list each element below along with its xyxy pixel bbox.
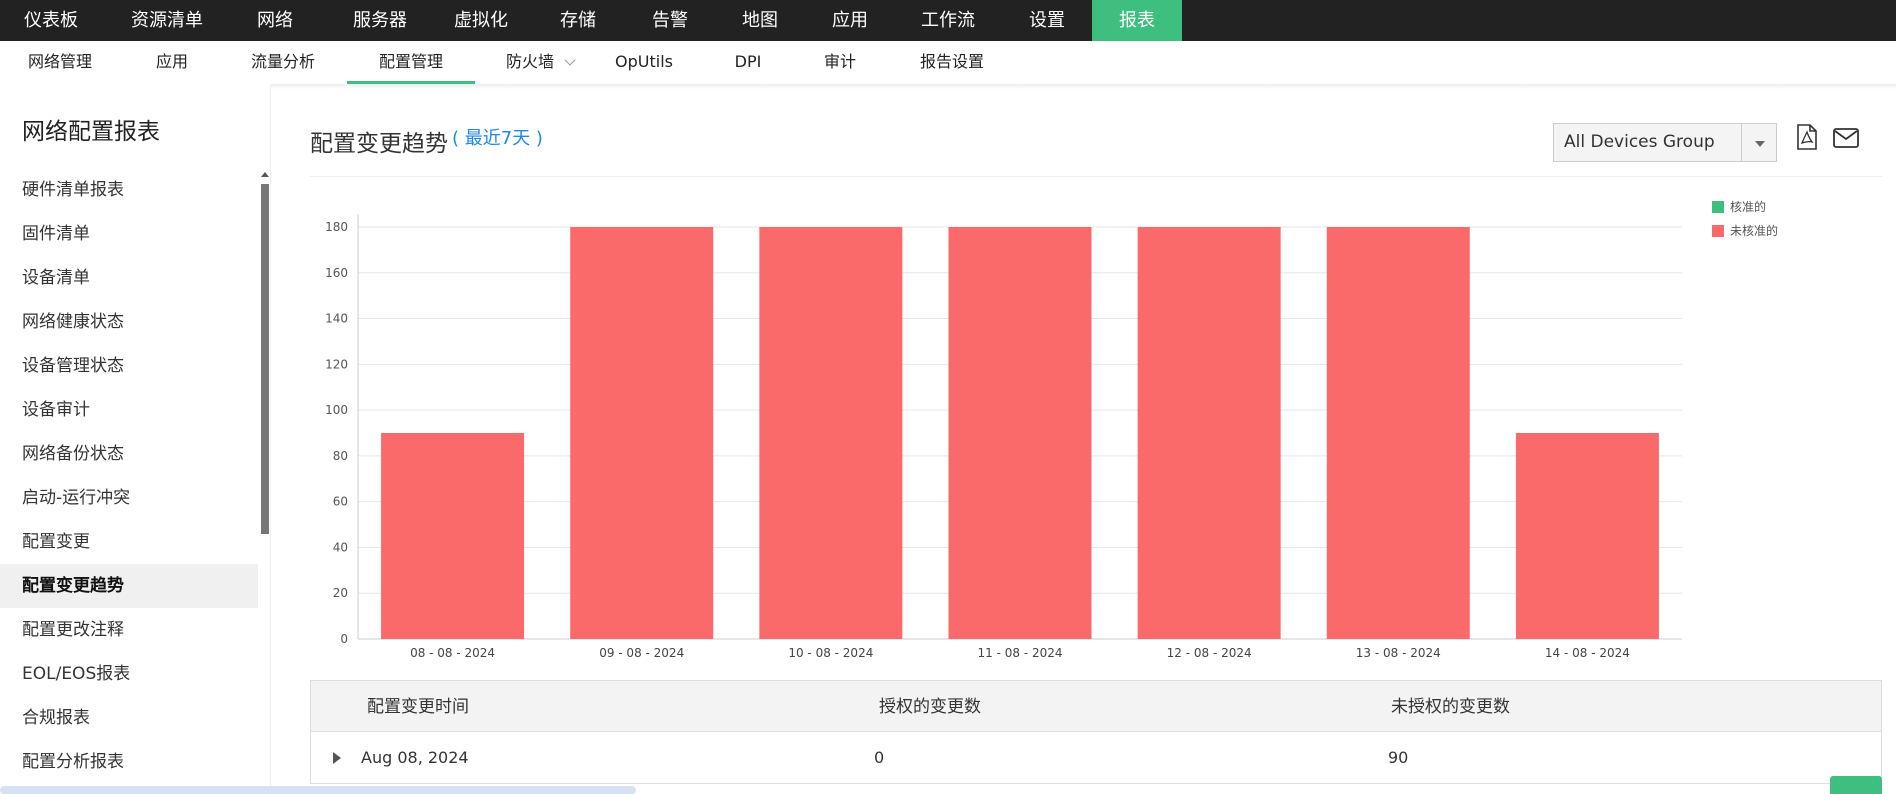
select-divider <box>1741 124 1742 161</box>
subnav-config-mgmt[interactable]: 配置管理 <box>347 41 475 84</box>
page-title: 配置变更趋势 <box>310 131 448 157</box>
sidebar-item-device-list[interactable]: 设备清单 <box>0 256 258 300</box>
mail-icon[interactable] <box>1833 128 1859 152</box>
bar-unauthorized <box>570 227 714 639</box>
pdf-icon[interactable] <box>1796 124 1818 154</box>
sidebar-scrollbar[interactable] <box>261 184 269 534</box>
chevron-down-icon <box>564 54 576 66</box>
legend-item-authorized[interactable]: 核准的 <box>1712 196 1766 215</box>
legend-label-authorized: 核准的 <box>1730 200 1767 214</box>
cell-time: Aug 08, 2024 <box>361 748 469 767</box>
column-header-unauthorized[interactable]: 未授权的变更数 <box>1391 681 1510 733</box>
y-tick-label: 120 <box>325 357 348 371</box>
sidebar-item-firmware[interactable]: 固件清单 <box>0 212 258 256</box>
topnav-maps[interactable]: 地图 <box>725 0 795 41</box>
x-tick-label: 12 - 08 - 2024 <box>1167 646 1252 660</box>
scroll-up-arrow[interactable] <box>261 172 269 177</box>
bar-unauthorized <box>948 227 1092 639</box>
device-group-value: All Devices Group <box>1564 132 1715 152</box>
cell-authorized: 0 <box>874 748 885 767</box>
y-tick-label: 20 <box>333 586 348 600</box>
topnav-reports[interactable]: 报表 <box>1092 0 1182 41</box>
topnav-workflow[interactable]: 工作流 <box>906 0 990 41</box>
sidebar-item-config-changes[interactable]: 配置变更 <box>0 520 258 564</box>
config-change-trend-chart: 0 20 40 60 80 100 120 140 160 180 08 - 08 - 2024 09… <box>310 190 1810 670</box>
sidebar-title: 网络配置报表 <box>22 119 160 145</box>
sidebar-item-device-audit[interactable]: 设备审计 <box>0 388 258 432</box>
x-tick-label: 14 - 08 - 2024 <box>1545 646 1630 660</box>
topnav-alarms[interactable]: 告警 <box>635 0 705 41</box>
sidebar-item-network-health[interactable]: 网络健康状态 <box>0 300 258 344</box>
column-header-authorized[interactable]: 授权的变更数 <box>879 681 981 733</box>
chart-svg: 0 20 40 60 80 100 120 140 160 180 08 - 08 - 2024 09… <box>325 214 1682 660</box>
subnav-firewall[interactable]: 防火墙 <box>494 41 566 84</box>
x-tick-label: 09 - 08 - 2024 <box>599 646 684 660</box>
topnav-inventory[interactable]: 资源清单 <box>116 0 218 41</box>
x-tick-label: 08 - 08 - 2024 <box>410 646 495 660</box>
bar-unauthorized <box>1137 227 1281 639</box>
topnav-storage[interactable]: 存储 <box>543 0 613 41</box>
legend-item-unauthorized[interactable]: 未核准的 <box>1712 220 1778 239</box>
legend-swatch-unauthorized <box>1712 224 1724 237</box>
sidebar-item-change-annotations[interactable]: 配置更改注释 <box>0 608 258 652</box>
y-tick-label: 40 <box>333 540 348 554</box>
y-tick-label: 60 <box>333 495 348 509</box>
subnav-network-mgmt[interactable]: 网络管理 <box>12 41 108 84</box>
sidebar: 网络配置报表 硬件清单报表 固件清单 设备清单 网络健康状态 设备管理状态 设备… <box>0 84 271 794</box>
subnav-traffic[interactable]: 流量分析 <box>240 41 326 84</box>
y-tick-label: 80 <box>333 449 348 463</box>
subnav-shadow <box>0 84 1896 89</box>
topnav-apps[interactable]: 应用 <box>815 0 885 41</box>
subnav-audit[interactable]: 审计 <box>810 41 870 84</box>
topnav-network[interactable]: 网络 <box>240 0 310 41</box>
x-tick-label: 11 - 08 - 2024 <box>978 646 1063 660</box>
bar-unauthorized <box>1326 227 1470 639</box>
sidebar-item-compliance[interactable]: 合规报表 <box>0 696 258 740</box>
subnav-oputils[interactable]: OpUtils <box>604 41 684 84</box>
subnav-dpi[interactable]: DPI <box>718 41 778 84</box>
sidebar-item-backup-status[interactable]: 网络备份状态 <box>0 432 258 476</box>
topnav-virtualization[interactable]: 虚拟化 <box>436 0 526 41</box>
table-header: 配置变更时间 授权的变更数 未授权的变更数 <box>310 680 1882 732</box>
column-header-time[interactable]: 配置变更时间 <box>367 681 469 733</box>
sidebar-item-eol-eos[interactable]: EOL/EOS报表 <box>0 652 258 696</box>
legend-label-unauthorized: 未核准的 <box>1730 224 1779 238</box>
sidebar-item-config-analysis[interactable]: 配置分析报表 <box>0 740 258 784</box>
chat-button[interactable] <box>1830 776 1882 794</box>
sidebar-item-startup-running-conflict[interactable]: 启动-运行冲突 <box>0 476 258 520</box>
topnav-settings[interactable]: 设置 <box>1012 0 1082 41</box>
cell-unauthorized: 90 <box>1388 748 1409 767</box>
dropdown-arrow-icon <box>1755 141 1765 147</box>
sidebar-item-device-mgmt-status[interactable]: 设备管理状态 <box>0 344 258 388</box>
bar-unauthorized <box>759 227 903 639</box>
top-nav: 仪表板 资源清单 网络 服务器 虚拟化 存储 告警 地图 应用 工作流 设置 报… <box>0 0 1896 41</box>
topnav-dashboard[interactable]: 仪表板 <box>0 0 102 41</box>
sidebar-item-config-change-trend[interactable]: 配置变更趋势 <box>0 564 258 608</box>
y-tick-label: 0 <box>340 632 348 646</box>
bar-unauthorized <box>1515 433 1659 639</box>
topnav-servers[interactable]: 服务器 <box>335 0 425 41</box>
legend-swatch-authorized <box>1712 200 1724 213</box>
y-tick-label: 180 <box>325 220 348 234</box>
header-divider <box>310 176 1882 177</box>
sidebar-item-hardware[interactable]: 硬件清单报表 <box>0 168 258 212</box>
subnav-apps[interactable]: 应用 <box>140 41 204 84</box>
y-tick-label: 100 <box>325 403 348 417</box>
y-tick-label: 160 <box>325 266 348 280</box>
sub-nav: 网络管理 应用 流量分析 配置管理 防火墙 OpUtils DPI 审计 报告设… <box>0 41 1896 85</box>
y-tick-label: 140 <box>325 312 348 326</box>
period-label[interactable]: ( 最近7天 ) <box>452 124 543 150</box>
x-tick-label: 13 - 08 - 2024 <box>1356 646 1441 660</box>
bar-unauthorized <box>381 433 525 639</box>
table-row[interactable]: Aug 08, 2024 0 90 <box>310 732 1882 784</box>
expand-row-icon[interactable] <box>333 752 341 764</box>
device-group-select[interactable]: All Devices Group <box>1553 123 1777 162</box>
x-tick-label: 10 - 08 - 2024 <box>788 646 873 660</box>
subnav-report-settings[interactable]: 报告设置 <box>908 41 996 84</box>
horizontal-scrollbar[interactable] <box>0 786 636 794</box>
